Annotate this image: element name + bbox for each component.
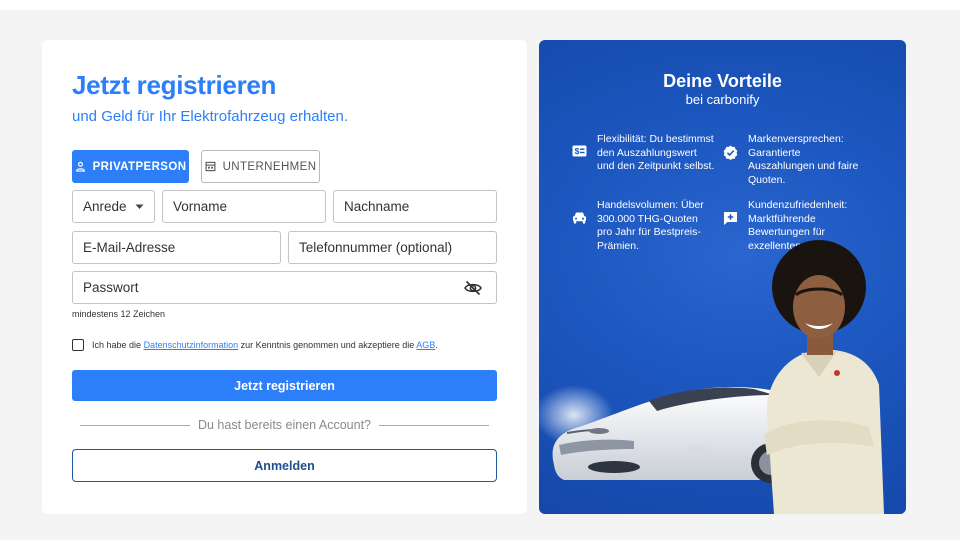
chevron-down-icon	[135, 204, 144, 209]
benefit-text: Markenversprechen: Garantierte Auszahlun…	[748, 133, 859, 186]
consent-middle: zur Kenntnis genommen und akzeptiere die	[240, 340, 415, 350]
first-name-input[interactable]: Vorname	[162, 190, 326, 223]
consent-text: Ich habe die Datenschutzinformation zur …	[92, 340, 438, 350]
email-placeholder: E-Mail-Adresse	[83, 240, 176, 255]
person-icon	[75, 161, 85, 172]
login-button[interactable]: Anmelden	[72, 449, 497, 482]
salutation-value: Anrede	[83, 199, 127, 214]
divider-line-left	[80, 424, 190, 426]
email-input[interactable]: E-Mail-Adresse	[72, 231, 281, 264]
support-chat-icon	[724, 212, 737, 225]
benefits-title: Deine Vorteile	[663, 71, 782, 91]
page-subtitle: und Geld für Ihr Elektrofahrzeug erhalte…	[72, 108, 348, 125]
register-button[interactable]: Jetzt registrieren	[72, 370, 497, 401]
consent-checkbox[interactable]	[72, 339, 84, 351]
first-name-placeholder: Vorname	[173, 199, 228, 214]
person-image	[764, 240, 884, 514]
money-icon: $	[572, 145, 587, 157]
terms-link[interactable]: AGB	[416, 340, 435, 350]
car-icon	[573, 212, 586, 224]
password-placeholder: Passwort	[83, 280, 139, 295]
divider-line-right	[379, 424, 489, 426]
privacy-link[interactable]: Datenschutzinformation	[144, 340, 239, 350]
benefit-brand-promise: Markenversprechen: Garantierte Auszahlun…	[723, 133, 866, 187]
tab-company-label: UNTERNEHMEN	[222, 160, 317, 173]
registration-card: Jetzt registrieren und Geld für Ihr Elek…	[42, 40, 527, 514]
benefit-flexibility: $ Flexibilität: Du bestimmst den Auszahl…	[572, 133, 715, 174]
consent-row: Ich habe die Datenschutzinformation zur …	[72, 339, 438, 351]
benefits-subtitle: bei carbonify	[685, 92, 760, 107]
divider-text: Du hast bereits einen Account?	[197, 418, 372, 432]
eye-off-icon[interactable]	[464, 280, 482, 296]
password-hint: mindestens 12 Zeichen	[72, 309, 166, 319]
salutation-select[interactable]: Anrede	[72, 190, 155, 223]
phone-placeholder: Telefonnummer (optional)	[299, 240, 453, 255]
tab-private-person-label: PRIVATPERSON	[92, 160, 187, 173]
top-bar	[0, 0, 960, 10]
benefits-panel: Deine Vorteile bei carbonify $ Flexibili…	[539, 40, 906, 514]
tab-private-person[interactable]: PRIVATPERSON	[72, 150, 189, 183]
page-title: Jetzt registrieren	[72, 70, 277, 100]
benefit-text: Flexibilität: Du bestimmst den Auszahlun…	[597, 133, 715, 172]
hero-illustration	[539, 240, 884, 514]
phone-input[interactable]: Telefonnummer (optional)	[288, 231, 497, 264]
consent-suffix: .	[435, 340, 438, 350]
login-divider: Du hast bereits einen Account?	[80, 418, 489, 432]
verified-badge-icon	[723, 145, 738, 160]
building-icon	[205, 161, 216, 172]
tab-company[interactable]: UNTERNEHMEN	[201, 150, 320, 183]
last-name-input[interactable]: Nachname	[333, 190, 497, 223]
consent-prefix: Ich habe die	[92, 340, 142, 350]
svg-text:$: $	[575, 146, 580, 156]
last-name-placeholder: Nachname	[344, 199, 410, 214]
password-input[interactable]: Passwort	[72, 271, 497, 304]
